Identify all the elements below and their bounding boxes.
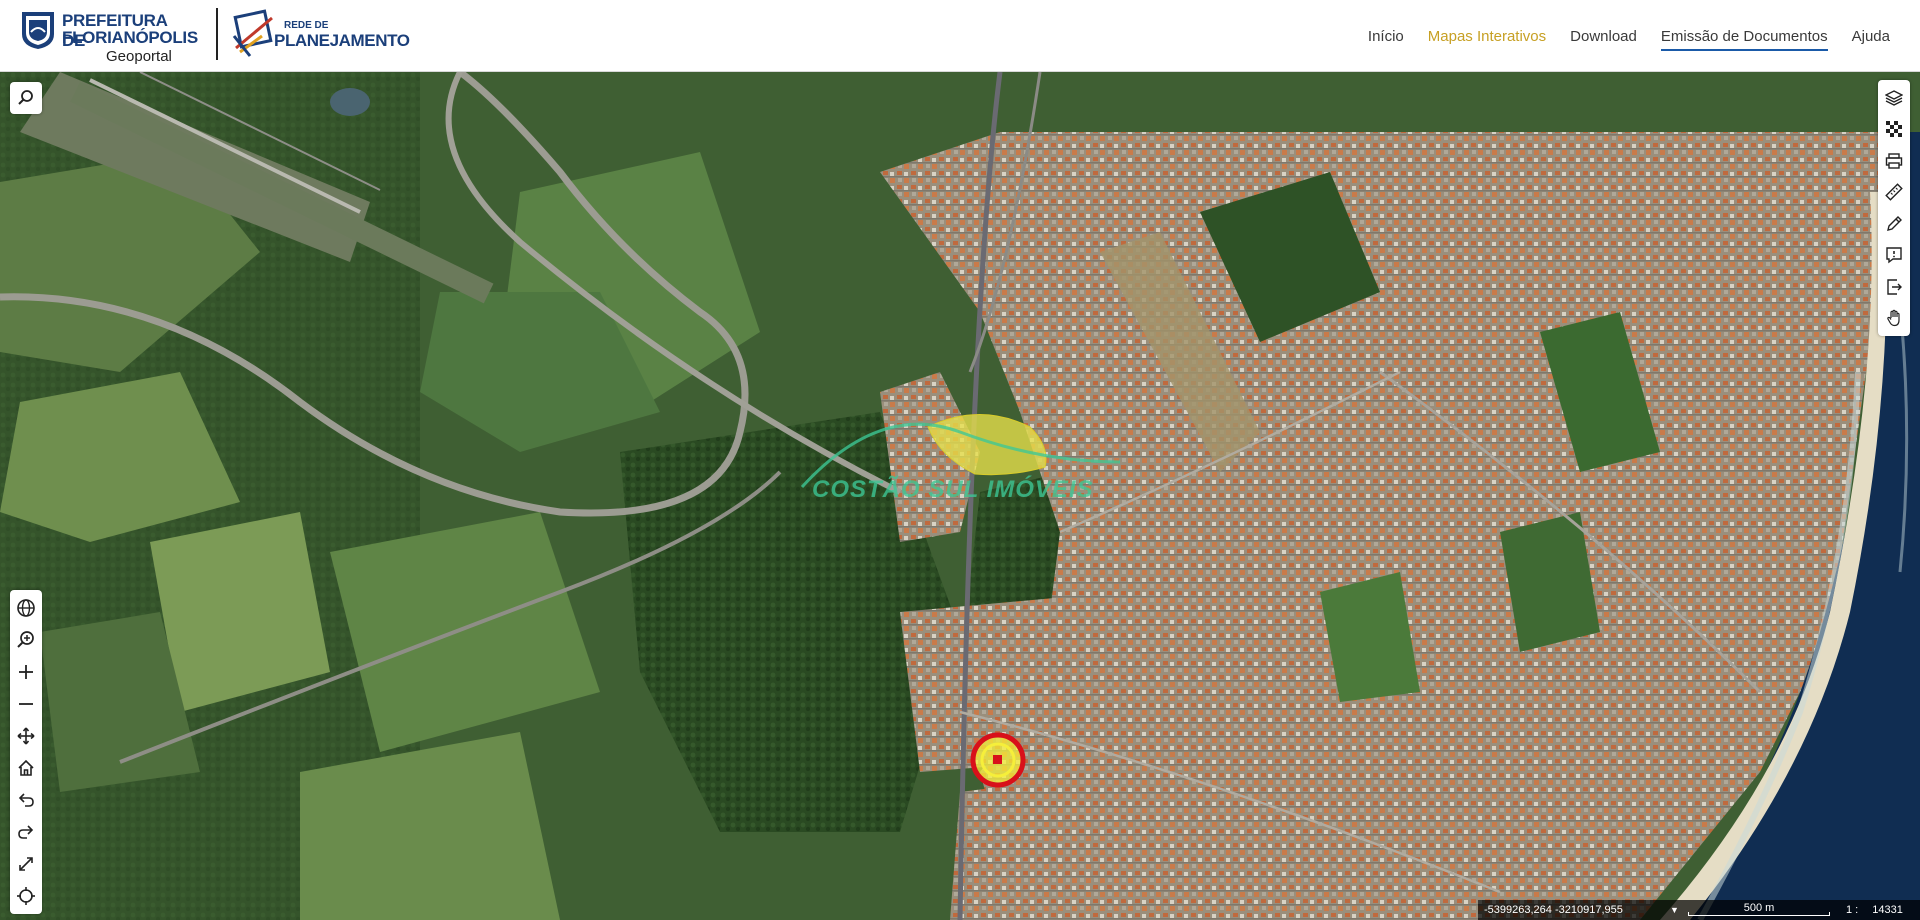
globe-icon	[17, 599, 35, 617]
locate-button[interactable]	[10, 880, 42, 912]
home-icon	[18, 759, 34, 776]
projection-dropdown[interactable]: ▼	[1670, 905, 1680, 915]
layers-button[interactable]	[1878, 82, 1910, 114]
rede-big-text: PLANEJAMENTO	[274, 31, 410, 50]
map-status-bar: -5399263,264 -3210917,955 ▼ 500 m 1 : 143…	[1478, 900, 1920, 920]
locate-icon	[17, 887, 35, 905]
fullscreen-icon	[19, 857, 33, 871]
basemap-icon	[1886, 121, 1902, 138]
search-icon	[18, 90, 33, 105]
rede-small-text: REDE DE	[284, 20, 329, 31]
draw-button[interactable]	[1878, 208, 1910, 240]
scale-ratio-prefix: 1 :	[1846, 904, 1859, 916]
map-tools-toolbar	[1878, 80, 1910, 336]
header-divider	[216, 8, 218, 60]
watermark-text: COSTÃO SUL IMÓVEIS	[812, 476, 1094, 503]
nav-ajuda[interactable]: Ajuda	[1852, 22, 1890, 51]
nav-inicio[interactable]: Início	[1368, 22, 1404, 51]
zoom-box-icon	[17, 631, 34, 648]
location-circle-marker[interactable]	[968, 730, 1028, 790]
nav-emissao-documentos[interactable]: Emissão de Documentos	[1660, 22, 1828, 51]
undo-button[interactable]	[10, 784, 42, 816]
info-icon	[1886, 247, 1902, 264]
scale-bar: 500 m	[1680, 900, 1838, 920]
map-navigation-toolbar	[10, 590, 42, 914]
geoportal-label: Geoportal	[106, 48, 172, 65]
pan-icon	[17, 727, 35, 745]
rede-planejamento-icon	[232, 9, 273, 57]
measure-button[interactable]	[1878, 177, 1910, 209]
rede-planejamento-logo[interactable]: REDE DE PLANEJAMENTO	[232, 8, 422, 62]
basemap-button[interactable]	[1878, 114, 1910, 146]
redo-button[interactable]	[10, 816, 42, 848]
export-icon	[1887, 279, 1902, 295]
home-button[interactable]	[10, 752, 42, 784]
info-button[interactable]	[1878, 240, 1910, 272]
main-nav: Início Mapas Interativos Download Emissã…	[1368, 0, 1920, 72]
undo-icon	[18, 793, 34, 807]
zoom-in-icon	[19, 665, 33, 679]
export-button[interactable]	[1878, 271, 1910, 303]
prefeitura-title-line2: FLORIANÓPOLIS	[62, 28, 198, 47]
scale-bar-line	[1688, 912, 1830, 916]
print-icon	[1885, 153, 1903, 169]
header: PREFEITURA DE FLORIANÓPOLIS Geoportal RE…	[0, 0, 1920, 72]
pan-button[interactable]	[10, 720, 42, 752]
zoom-out-button[interactable]	[10, 688, 42, 720]
hand-icon	[1887, 309, 1900, 327]
print-button[interactable]	[1878, 145, 1910, 177]
coordinates-readout: -5399263,264 -3210917,955	[1484, 904, 1623, 916]
map-view[interactable]: COSTÃO SUL IMÓVEIS -5399263,264 -3210917…	[0, 72, 1920, 920]
prefeitura-logo[interactable]: PREFEITURA DE FLORIANÓPOLIS Geoportal	[18, 8, 198, 65]
hand-button[interactable]	[1878, 303, 1910, 335]
draw-icon	[1887, 215, 1902, 231]
scale-ratio[interactable]: 1 : 14331	[1838, 904, 1903, 916]
zoom-box-button[interactable]	[10, 624, 42, 656]
globe-button[interactable]	[10, 592, 42, 624]
layers-icon	[1885, 89, 1903, 106]
zoom-in-button[interactable]	[10, 656, 42, 688]
scale-ratio-value: 14331	[1872, 904, 1903, 916]
nav-download[interactable]: Download	[1570, 22, 1637, 51]
redo-icon	[18, 825, 34, 839]
fullscreen-button[interactable]	[10, 848, 42, 880]
nav-mapas-interativos[interactable]: Mapas Interativos	[1428, 22, 1546, 51]
city-shield-icon	[22, 12, 54, 49]
measure-icon	[1885, 183, 1903, 202]
zoom-out-icon	[19, 703, 33, 705]
search-button[interactable]	[10, 82, 42, 114]
